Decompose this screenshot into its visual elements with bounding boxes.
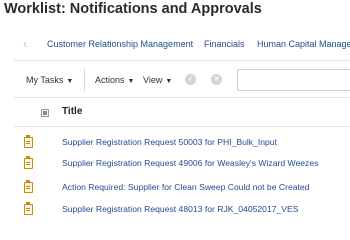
chevron-down-icon: ▼ (165, 78, 173, 85)
notification-clipboard-icon (24, 202, 33, 215)
table-row[interactable]: Supplier Registration Request 49006 for … (0, 156, 350, 178)
chevron-down-icon: ▼ (127, 78, 135, 85)
chevron-down-icon: ▼ (66, 78, 74, 85)
tab-human-capital-management[interactable]: Human Capital Manage (257, 39, 350, 49)
toolbar-divider-top (14, 60, 350, 61)
table-row[interactable]: Supplier Registration Request 50003 for … (0, 135, 350, 157)
application-tabs: ‹ Customer Relationship Management Finan… (0, 37, 350, 55)
chevron-left-icon[interactable]: ‹ (23, 37, 27, 51)
view-label: View (143, 75, 163, 85)
title-column-header[interactable]: Title (62, 106, 82, 117)
notification-title-link[interactable]: Supplier Registration Request 49006 for … (62, 158, 318, 168)
toolbar-divider-bottom (14, 97, 350, 98)
page-title: Worklist: Notifications and Approvals (4, 1, 262, 17)
toolbar-separator (84, 69, 85, 91)
actions-menu[interactable]: Actions ▼ (95, 75, 134, 85)
table-row[interactable]: Action Required: Supplier for Clean Swee… (0, 180, 350, 202)
notification-clipboard-icon (24, 156, 33, 169)
notification-title-link[interactable]: Supplier Registration Request 48013 for … (62, 204, 298, 214)
notification-title-link[interactable]: Supplier Registration Request 50003 for … (62, 137, 277, 147)
search-input[interactable] (237, 69, 350, 91)
x-circle-icon[interactable]: ✕ (211, 74, 222, 85)
notification-title-link[interactable]: Action Required: Supplier for Clean Swee… (62, 182, 309, 192)
my-tasks-label: My Tasks (26, 75, 64, 85)
select-all-checkbox[interactable] (41, 109, 49, 117)
notification-clipboard-icon (24, 180, 33, 193)
tab-customer-relationship-management[interactable]: Customer Relationship Management (47, 39, 193, 49)
tab-financials[interactable]: Financials (204, 39, 245, 49)
actions-label: Actions (95, 75, 125, 85)
my-tasks-dropdown[interactable]: My Tasks ▼ (26, 75, 73, 85)
check-circle-icon[interactable]: ✓ (185, 74, 196, 85)
table-row[interactable]: Supplier Registration Request 48013 for … (0, 202, 350, 224)
notification-clipboard-icon (24, 135, 33, 148)
view-menu[interactable]: View ▼ (143, 75, 172, 85)
header-divider (14, 126, 350, 127)
